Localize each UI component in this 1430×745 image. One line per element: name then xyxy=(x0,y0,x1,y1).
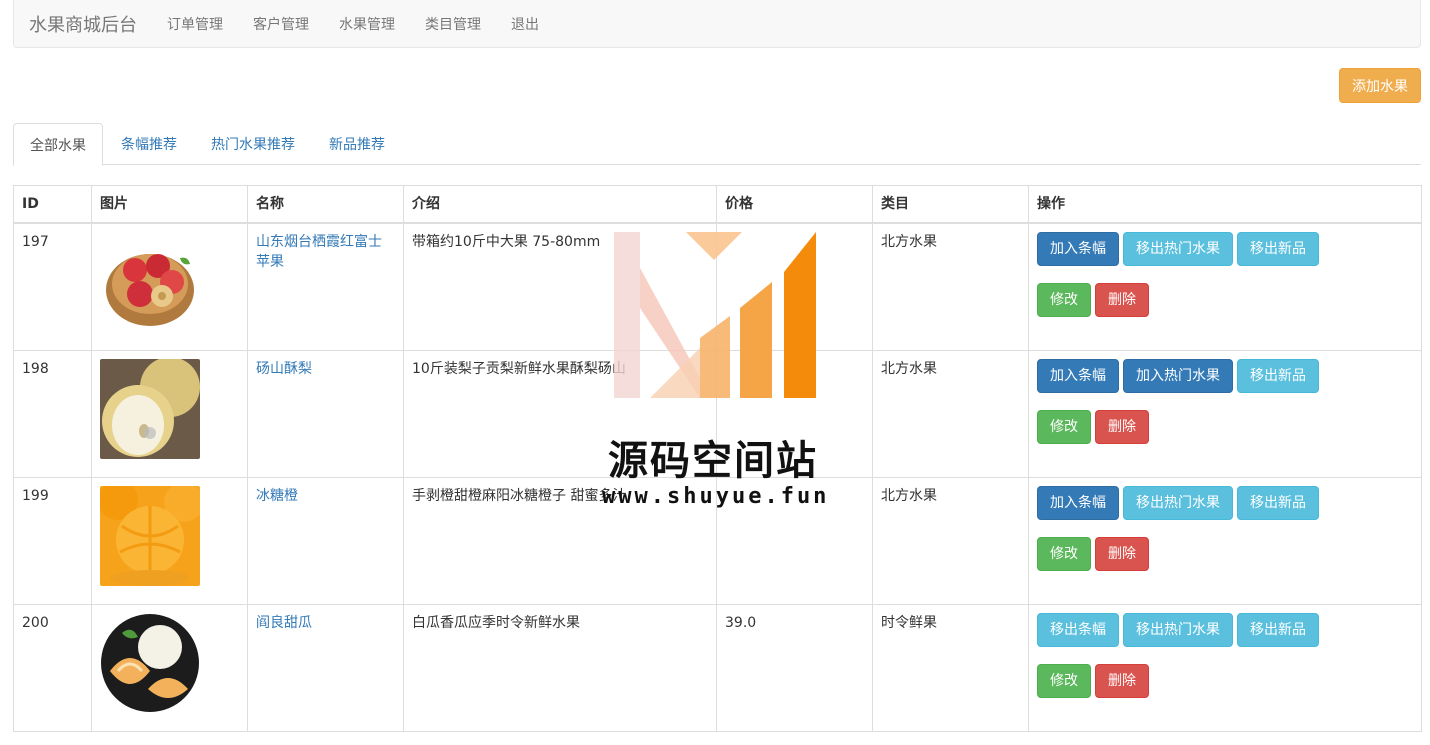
cell-image xyxy=(91,476,248,605)
nav-item-logout[interactable]: 退出 xyxy=(511,14,539,34)
add-banner-button[interactable]: 加入条幅 xyxy=(1037,485,1119,520)
tab-banner-recommend[interactable]: 条幅推荐 xyxy=(105,123,193,165)
table-row: 199 冰糖橙 手剥橙甜橙麻阳冰糖橙子 甜蜜多汁 北方水果 加入条幅 移出热门水… xyxy=(13,476,1422,605)
top-navbar: 水果商城后台 订单管理 客户管理 水果管理 类目管理 退出 xyxy=(13,0,1421,48)
cell-id: 199 xyxy=(13,476,92,605)
add-hot-button[interactable]: 加入热门水果 xyxy=(1123,358,1233,393)
melon-image xyxy=(100,612,200,713)
remove-hot-button[interactable]: 移出热门水果 xyxy=(1123,612,1233,647)
remove-new-button[interactable]: 移出新品 xyxy=(1237,612,1319,647)
cell-intro: 白瓜香瓜应季时令新鲜水果 xyxy=(403,603,717,732)
cell-name: 冰糖橙 xyxy=(247,476,404,605)
cell-category: 北方水果 xyxy=(872,349,1029,478)
edit-button[interactable]: 修改 xyxy=(1037,409,1091,444)
add-fruit-button[interactable]: 添加水果 xyxy=(1339,68,1421,103)
header-price: 价格 xyxy=(716,185,873,224)
cell-id: 197 xyxy=(13,222,92,351)
remove-new-button[interactable]: 移出新品 xyxy=(1237,358,1319,393)
header-id: ID xyxy=(13,185,92,224)
cell-intro: 10斤装梨子贡梨新鲜水果酥梨砀山 xyxy=(403,349,717,478)
header-intro: 介绍 xyxy=(403,185,717,224)
cell-price xyxy=(716,349,873,478)
fruit-filter-tabs: 全部水果 条幅推荐 热门水果推荐 新品推荐 xyxy=(13,123,1421,166)
add-banner-button[interactable]: 加入条幅 xyxy=(1037,358,1119,393)
orange-image xyxy=(100,485,200,586)
fruit-name-link[interactable]: 冰糖橙 xyxy=(256,488,298,504)
cell-category: 北方水果 xyxy=(872,476,1029,605)
cell-name: 阎良甜瓜 xyxy=(247,603,404,732)
tab-new-recommend[interactable]: 新品推荐 xyxy=(313,123,401,165)
brand-title[interactable]: 水果商城后台 xyxy=(29,11,137,37)
header-actions: 操作 xyxy=(1028,185,1422,224)
header-category: 类目 xyxy=(872,185,1029,224)
cell-intro: 带箱约10斤中大果 75-80mm xyxy=(403,222,717,351)
cell-actions: 加入条幅 加入热门水果 移出新品 修改 删除 xyxy=(1028,349,1422,478)
cell-actions: 加入条幅 移出热门水果 移出新品 修改 删除 xyxy=(1028,476,1422,605)
nav-item-orders[interactable]: 订单管理 xyxy=(167,14,223,34)
edit-button[interactable]: 修改 xyxy=(1037,663,1091,698)
cell-category: 时令鲜果 xyxy=(872,603,1029,732)
pear-image xyxy=(100,358,200,459)
cell-image xyxy=(91,222,248,351)
fruit-name-link[interactable]: 山东烟台栖霞红富士苹果 xyxy=(256,234,382,270)
delete-button[interactable]: 删除 xyxy=(1095,409,1149,444)
edit-button[interactable]: 修改 xyxy=(1037,283,1091,317)
remove-new-button[interactable]: 移出新品 xyxy=(1237,485,1319,520)
tab-all-fruits[interactable]: 全部水果 xyxy=(13,123,103,166)
cell-price: 39.0 xyxy=(716,603,873,732)
header-image: 图片 xyxy=(91,185,248,224)
table-row: 197 山东烟台栖霞红富士苹果 带箱约10斤中大果 75-80mm 北方水果 加… xyxy=(13,222,1422,351)
nav-item-fruits[interactable]: 水果管理 xyxy=(339,14,395,34)
table-row: 200 阎良甜瓜 白瓜香瓜应季时令新鲜水果 39.0 时令鲜果 移出条幅 移出热… xyxy=(13,603,1422,732)
nav-item-categories[interactable]: 类目管理 xyxy=(425,14,481,34)
cell-price xyxy=(716,222,873,351)
delete-button[interactable]: 删除 xyxy=(1095,536,1149,571)
cell-intro: 手剥橙甜橙麻阳冰糖橙子 甜蜜多汁 xyxy=(403,476,717,605)
cell-actions: 加入条幅 移出热门水果 移出新品 修改 删除 xyxy=(1028,222,1422,351)
remove-new-button[interactable]: 移出新品 xyxy=(1237,232,1319,266)
fruit-name-link[interactable]: 砀山酥梨 xyxy=(256,361,312,377)
tab-hot-recommend[interactable]: 热门水果推荐 xyxy=(195,123,311,165)
fruit-name-link[interactable]: 阎良甜瓜 xyxy=(256,615,312,631)
header-name: 名称 xyxy=(247,185,404,224)
remove-banner-button[interactable]: 移出条幅 xyxy=(1037,612,1119,647)
nav-item-customers[interactable]: 客户管理 xyxy=(253,14,309,34)
cell-image xyxy=(91,603,248,732)
cell-category: 北方水果 xyxy=(872,222,1029,351)
cell-name: 山东烟台栖霞红富士苹果 xyxy=(247,222,404,351)
add-banner-button[interactable]: 加入条幅 xyxy=(1037,232,1119,266)
table-row: 198 砀山酥梨 10斤装梨子贡梨新鲜水果酥梨砀山 北方水果 加入条幅 加入热门… xyxy=(13,349,1422,478)
fruit-table: ID 图片 名称 介绍 价格 类目 操作 197 山东烟台栖霞红富士苹果 带箱约… xyxy=(13,185,1422,732)
remove-hot-button[interactable]: 移出热门水果 xyxy=(1123,232,1233,266)
delete-button[interactable]: 删除 xyxy=(1095,663,1149,698)
cell-id: 198 xyxy=(13,349,92,478)
cell-actions: 移出条幅 移出热门水果 移出新品 修改 删除 xyxy=(1028,603,1422,732)
cell-name: 砀山酥梨 xyxy=(247,349,404,478)
table-header-row: ID 图片 名称 介绍 价格 类目 操作 xyxy=(13,185,1422,224)
cell-id: 200 xyxy=(13,603,92,732)
delete-button[interactable]: 删除 xyxy=(1095,283,1149,317)
edit-button[interactable]: 修改 xyxy=(1037,536,1091,571)
cell-price xyxy=(716,476,873,605)
apple-basket-image xyxy=(100,232,200,332)
remove-hot-button[interactable]: 移出热门水果 xyxy=(1123,485,1233,520)
cell-image xyxy=(91,349,248,478)
